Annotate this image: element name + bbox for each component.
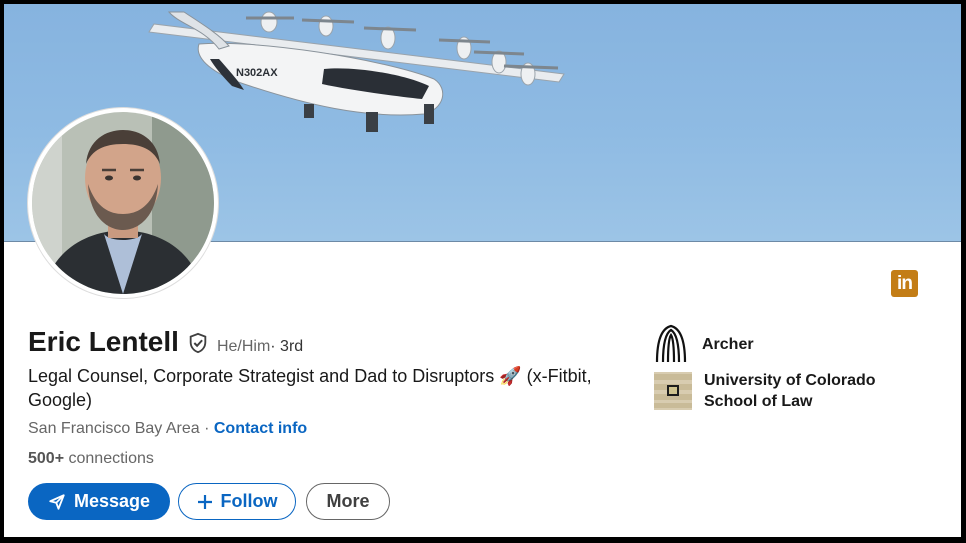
aircraft-tail-number: N302AX	[236, 67, 278, 79]
education-school[interactable]: University of Colorado School of Law	[654, 370, 876, 412]
message-label: Message	[73, 491, 151, 511]
location-separator: ·	[199, 420, 214, 437]
more-label: More	[326, 491, 370, 511]
name-row: Eric Lentell He/Him · 3rd	[28, 326, 303, 358]
profile-card: N302AX in Eric Lentell He/Him · 3rd Lega…	[4, 4, 961, 537]
profile-photo[interactable]	[28, 108, 218, 298]
school-name-line1: University of Colorado	[704, 372, 876, 389]
company-name: Archer	[702, 335, 754, 353]
linkedin-icon: in	[891, 270, 918, 297]
school-name-line2: School of Law	[704, 393, 813, 410]
location: San Francisco Bay Area	[28, 420, 200, 437]
avatar-portrait	[32, 112, 214, 294]
plus-icon	[197, 494, 213, 510]
verified-shield-icon[interactable]	[187, 332, 209, 354]
connections-count[interactable]: 500+ connections	[28, 450, 154, 468]
more-button[interactable]: More	[306, 483, 390, 520]
connection-degree: · 3rd	[270, 338, 304, 355]
follow-button[interactable]: Follow	[178, 483, 296, 520]
contact-info-link[interactable]: Contact info	[214, 420, 307, 437]
archer-logo-icon	[655, 324, 687, 363]
current-company[interactable]: Archer	[654, 324, 754, 364]
follow-label: Follow	[220, 491, 278, 511]
location-row: San Francisco Bay Area · Contact info	[28, 420, 307, 438]
profile-headline: Legal Counsel, Corporate Strategist and …	[28, 366, 592, 410]
connections-number: 500+	[28, 450, 65, 467]
pronouns: He/Him	[216, 338, 271, 355]
send-icon	[48, 493, 66, 511]
school-logo-icon	[654, 372, 692, 410]
message-button[interactable]: Message	[28, 483, 170, 520]
connections-label: connections	[64, 450, 154, 467]
profile-name: Eric Lentell	[28, 326, 179, 357]
